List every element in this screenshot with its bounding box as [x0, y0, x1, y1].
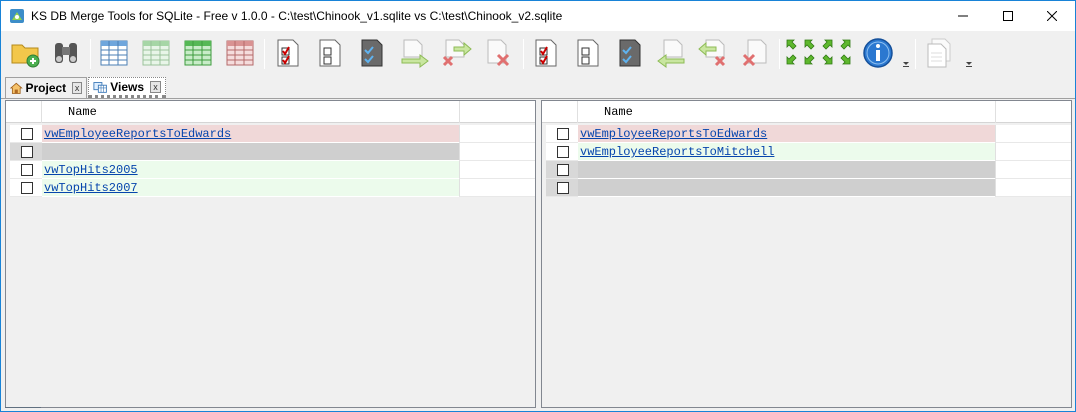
- dark-checklist-icon: [619, 39, 641, 67]
- views-icon: [93, 81, 107, 93]
- minimize-icon: [958, 15, 968, 17]
- tab-project[interactable]: Project x: [5, 77, 87, 98]
- grid-view-green-light-button[interactable]: [139, 35, 173, 71]
- view-name-cell[interactable]: [42, 143, 459, 161]
- empty-checklist-icon: [319, 39, 341, 67]
- chevron-down-icon[interactable]: [902, 61, 910, 67]
- app-icon: [10, 9, 24, 23]
- table-row[interactable]: vwTopHits2007: [6, 179, 535, 197]
- delete-right-icon: [487, 39, 510, 67]
- navigation-arrows-icon: [786, 39, 851, 65]
- view-name-cell[interactable]: vwEmployeeReportsToEdwards: [578, 125, 995, 143]
- view-name-cell[interactable]: vwTopHits2007: [42, 179, 459, 197]
- copy-to-right-button[interactable]: [397, 35, 431, 71]
- table-row[interactable]: vwTopHits2005: [6, 161, 535, 179]
- row-checkbox[interactable]: [21, 182, 33, 194]
- dark-checklist-icon: [361, 39, 383, 67]
- row-checkbox[interactable]: [21, 146, 33, 158]
- tab-views[interactable]: Views x: [88, 77, 166, 98]
- window-title: KS DB Merge Tools for SQLite - Free v 1.…: [31, 9, 563, 23]
- copy-delete-left-icon: [698, 39, 726, 67]
- close-button[interactable]: [1029, 1, 1075, 31]
- table-row[interactable]: [542, 179, 1071, 197]
- row-checkbox[interactable]: [557, 146, 569, 158]
- copy-to-left-button[interactable]: [655, 35, 689, 71]
- left-views-grid[interactable]: Name vwEmployeeReportsToEdwards vwTopHit…: [5, 100, 536, 408]
- check-all-right-button[interactable]: [271, 35, 305, 71]
- tab-views-close-button[interactable]: x: [150, 80, 161, 93]
- maximize-icon: [1003, 11, 1013, 21]
- table-row[interactable]: vwEmployeeReportsToEdwards: [542, 125, 1071, 143]
- table-row[interactable]: [6, 143, 535, 161]
- check-all-left-button[interactable]: [529, 35, 563, 71]
- row-checkbox[interactable]: [557, 164, 569, 176]
- tab-strip: Project x Views x: [1, 75, 1075, 99]
- check-selected-right-button[interactable]: [355, 35, 389, 71]
- right-name-column-header[interactable]: Name: [604, 105, 633, 119]
- table-row[interactable]: [542, 161, 1071, 179]
- report-button[interactable]: [923, 35, 957, 71]
- delete-left-icon: [742, 39, 767, 67]
- view-name-cell[interactable]: vwEmployeeReportsToEdwards: [42, 125, 459, 143]
- delete-left-button[interactable]: [739, 35, 773, 71]
- open-project-button[interactable]: [9, 35, 43, 71]
- row-checkbox[interactable]: [557, 128, 569, 140]
- view-name-cell[interactable]: vwTopHits2005: [42, 161, 459, 179]
- title-bar: KS DB Merge Tools for SQLite - Free v 1.…: [1, 1, 1075, 31]
- compare-button[interactable]: [49, 35, 83, 71]
- view-name-cell[interactable]: [578, 161, 995, 179]
- grid-view-green-button[interactable]: [181, 35, 215, 71]
- right-views-grid[interactable]: Name vwEmployeeReportsToEdwards vwEmploy…: [541, 100, 1072, 408]
- right-grid-header: Name: [542, 101, 1071, 123]
- left-name-column-header[interactable]: Name: [68, 105, 97, 119]
- info-icon: [863, 38, 893, 68]
- check-selected-left-button[interactable]: [613, 35, 647, 71]
- binoculars-icon: [55, 43, 77, 63]
- checklist-icon: [535, 39, 557, 67]
- uncheck-all-left-button[interactable]: [571, 35, 605, 71]
- table-green-light-icon: [142, 40, 170, 66]
- grid-view-button[interactable]: [97, 35, 131, 71]
- status-divider: [5, 407, 41, 408]
- tab-views-label: Views: [110, 79, 145, 94]
- uncheck-all-right-button[interactable]: [313, 35, 347, 71]
- tab-project-close-button[interactable]: x: [72, 82, 82, 94]
- row-checkbox[interactable]: [21, 164, 33, 176]
- chevron-down-icon[interactable]: [965, 61, 973, 67]
- report-icon: [927, 38, 951, 68]
- table-green-icon: [184, 40, 212, 66]
- table-row[interactable]: vwEmployeeReportsToEdwards: [6, 125, 535, 143]
- copy-delete-left-button[interactable]: [697, 35, 731, 71]
- delete-right-button[interactable]: [481, 35, 515, 71]
- tab-project-label: Project: [25, 81, 67, 95]
- navigate-arrows-button[interactable]: [783, 35, 851, 71]
- app-window: KS DB Merge Tools for SQLite - Free v 1.…: [0, 0, 1076, 412]
- empty-checklist-icon: [577, 39, 599, 67]
- folder-add-icon: [11, 44, 40, 68]
- copy-delete-right-button[interactable]: [439, 35, 473, 71]
- toolbar: [1, 31, 1075, 75]
- info-button[interactable]: [861, 35, 895, 71]
- checklist-icon: [277, 39, 299, 67]
- table-row[interactable]: vwEmployeeReportsToMitchell: [542, 143, 1071, 161]
- close-icon: [1047, 11, 1057, 21]
- view-name-cell[interactable]: vwEmployeeReportsToMitchell: [578, 143, 995, 161]
- table-icon: [100, 40, 128, 66]
- row-checkbox[interactable]: [557, 182, 569, 194]
- row-checkbox[interactable]: [21, 128, 33, 140]
- left-grid-header: Name: [6, 101, 535, 123]
- home-icon: [10, 82, 23, 94]
- table-red-icon: [226, 40, 254, 66]
- copy-left-icon: [657, 39, 685, 68]
- minimize-button[interactable]: [940, 1, 986, 31]
- maximize-button[interactable]: [985, 1, 1031, 31]
- view-name-cell[interactable]: [578, 179, 995, 197]
- copy-delete-right-icon: [442, 39, 472, 67]
- copy-right-icon: [401, 39, 429, 68]
- grid-view-red-button[interactable]: [223, 35, 257, 71]
